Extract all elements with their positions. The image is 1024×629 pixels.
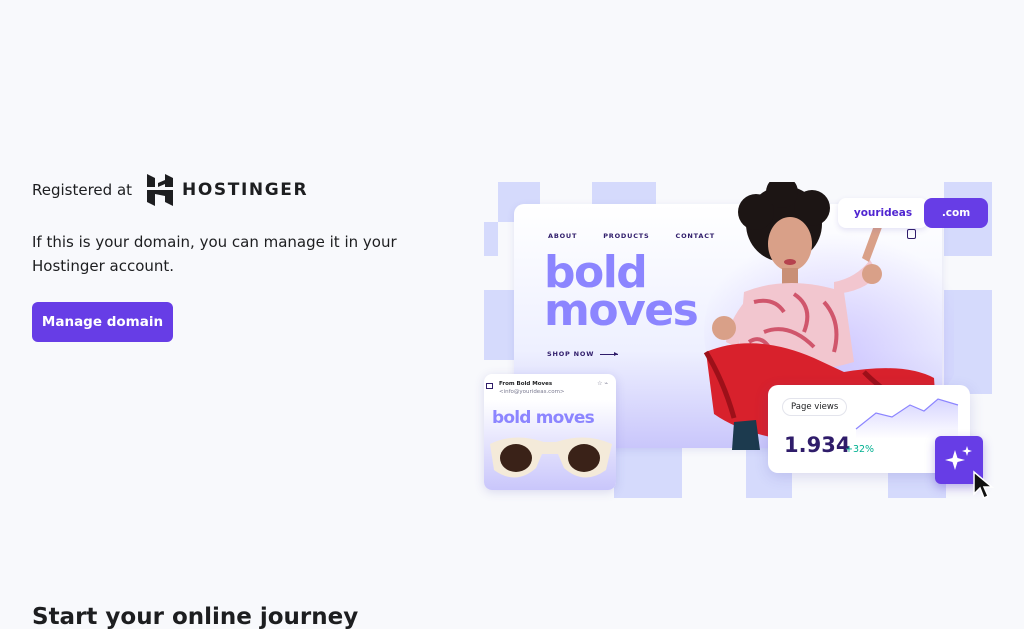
email-from: From Bold Moves [499,381,553,387]
registered-at-label: Registered at [32,181,133,199]
page-views-label: Page views [782,398,848,416]
registrar-info: Registered at HOSTINGER [32,174,308,206]
preview-shop-now-label: SHOP NOW [547,350,595,358]
checker-tile [484,222,498,256]
hostinger-logo[interactable]: HOSTINGER [146,174,308,206]
preview-nav-about: ABOUT [548,232,578,240]
domain-description: If this is your domain, you can manage i… [32,233,397,275]
star-icon: ☆ ⌁ [597,380,608,387]
domain-name-pill: yourideas .com [838,198,988,228]
preview-headline-line2: moves [544,285,699,336]
page-views-delta: +32% [845,444,875,455]
email-headline: bold moves [492,408,595,428]
email-address: <info@yourideas.com> [499,389,565,395]
preview-headline: bold moves [544,251,699,336]
page-views-sparkline [855,398,959,439]
preview-shop-now: SHOP NOW [547,350,619,358]
email-preview-card: From Bold Moves <info@yourideas.com> ☆ ⌁… [484,374,616,490]
checker-tile [614,448,682,498]
arrow-right-icon [600,351,619,356]
sunglasses-image [490,437,612,478]
page-views-value: 1.934 [784,433,851,457]
manage-domain-button[interactable]: Manage domain [32,302,173,342]
mail-icon [486,383,493,389]
preview-nav-products: PRODUCTS [603,232,650,240]
hero-illustration: ABOUT PRODUCTS CONTACT bold moves SHOP N… [484,182,994,522]
domain-tld-label: .com [924,198,988,228]
hostinger-logo-icon [147,174,174,206]
preview-nav: ABOUT PRODUCTS CONTACT [548,232,715,240]
email-body: bold moves [484,400,616,490]
checker-tile [484,290,514,360]
domain-name-label: yourideas [838,198,928,228]
section-heading: Start your online journey [32,604,359,629]
mouse-cursor-icon [973,470,994,500]
hostinger-wordmark: HOSTINGER [182,180,309,200]
